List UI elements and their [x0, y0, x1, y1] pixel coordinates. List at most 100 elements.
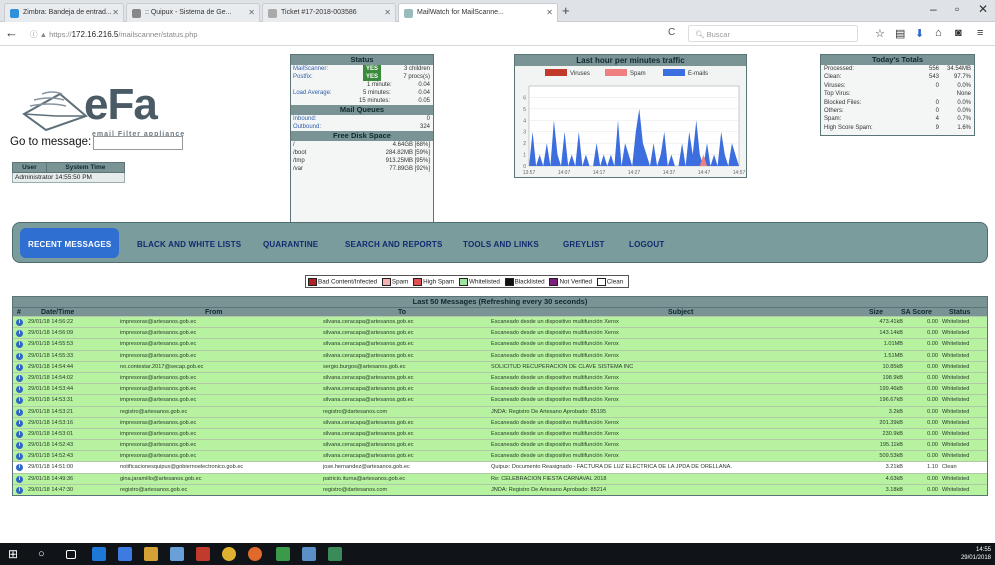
- table-row[interactable]: i 29/01/18 14:53:01 impresoras@artesanos.g…: [13, 427, 987, 440]
- menu-recent-messages[interactable]: RECENT MESSAGES: [20, 228, 120, 258]
- star-icon[interactable]: ☆: [875, 27, 885, 40]
- cell-from: impresoras@artesanos.gob.ec: [120, 430, 197, 437]
- table-row[interactable]: i 29/01/18 14:49:36 gina.jaramillo@artesan…: [13, 472, 987, 484]
- cell-size: 143.14kB: [879, 330, 903, 337]
- menu-icon[interactable]: ≡: [977, 27, 983, 39]
- back-arrow-icon[interactable]: ←: [5, 25, 18, 40]
- cell-date: 29/01/18 14:53:31: [28, 397, 74, 404]
- home-icon[interactable]: ⌂: [935, 27, 942, 39]
- close-icon[interactable]: ✕: [384, 8, 391, 17]
- app-icon[interactable]: [196, 547, 210, 561]
- minimize-icon[interactable]: –: [930, 2, 937, 16]
- info-icon[interactable]: i: [16, 386, 23, 394]
- table-row[interactable]: i 29/01/18 14:53:21 registro@artesanos.gob…: [13, 405, 987, 417]
- legend-swatch: [308, 278, 317, 286]
- info-icon[interactable]: i: [16, 419, 23, 427]
- info-icon[interactable]: i: [16, 363, 23, 371]
- close-window-icon[interactable]: ✕: [978, 2, 988, 16]
- close-icon[interactable]: ✕: [112, 8, 119, 17]
- totals-pct: 34.54MB: [946, 66, 971, 72]
- browser-tab[interactable]: :: Quipux - Sistema de Ge... ✕: [126, 3, 260, 22]
- cell-from: impresoras@artesanos.gob.ec: [120, 419, 197, 426]
- outbound-link[interactable]: Outbound:: [293, 123, 321, 131]
- store-icon[interactable]: [170, 547, 184, 561]
- app-icon[interactable]: [276, 547, 290, 561]
- taskbar-clock[interactable]: 14:55 29/01/2018: [961, 546, 991, 562]
- url-bar[interactable]: ⓘ ▲ https://172.16.216.5/mailscanner/sta…: [24, 25, 664, 42]
- close-icon[interactable]: ✕: [546, 8, 553, 17]
- cell-size: 3.2kB: [888, 408, 903, 415]
- info-icon[interactable]: i: [16, 430, 23, 438]
- edge-icon[interactable]: [92, 547, 106, 561]
- table-row[interactable]: i 29/01/18 14:47:30 registro@artesanos.gob…: [13, 483, 987, 495]
- file-explorer-icon[interactable]: [144, 547, 158, 561]
- table-row[interactable]: i 29/01/18 14:55:33 impresoras@artesanos.g…: [13, 349, 987, 361]
- info-icon[interactable]: i: [16, 341, 23, 349]
- info-icon[interactable]: i: [16, 453, 23, 461]
- app-icon[interactable]: [302, 547, 316, 561]
- cell-from: impresoras@artesanos.gob.ec: [120, 341, 197, 348]
- cell-from: registro@artesanos.gob.ec: [120, 486, 188, 493]
- mail-app-icon[interactable]: [118, 547, 132, 561]
- goto-message-input[interactable]: [93, 136, 183, 150]
- reload-icon[interactable]: C: [668, 27, 675, 38]
- windows-start-icon[interactable]: ⊞: [8, 547, 22, 561]
- search-input[interactable]: 🔍︎ Buscar: [688, 25, 858, 42]
- table-row[interactable]: i 29/01/18 14:56:09 impresoras@artesanos.g…: [13, 327, 987, 339]
- task-view-icon[interactable]: [66, 550, 76, 559]
- info-icon[interactable]: i: [16, 397, 23, 405]
- info-icon[interactable]: i: [16, 330, 23, 338]
- queue-row-outbound[interactable]: Outbound: 324: [291, 123, 433, 131]
- status-row-load: Load Average: 5 minutes: 0.04: [291, 89, 433, 97]
- table-row[interactable]: i 29/01/18 14:54:02 impresoras@artesanos.g…: [13, 371, 987, 384]
- close-icon[interactable]: ✕: [248, 8, 255, 17]
- new-tab-icon[interactable]: +: [562, 3, 570, 18]
- maximize-icon[interactable]: ▫: [955, 2, 959, 16]
- info-icon[interactable]: i: [16, 442, 23, 450]
- cell-status: Whitelisted: [942, 475, 970, 482]
- browser-tab-active[interactable]: MailWatch for MailScanne... ✕: [398, 3, 558, 22]
- info-icon[interactable]: i: [16, 486, 23, 494]
- table-row[interactable]: i 29/01/18 14:56:22 impresoras@artesanos.g…: [13, 316, 987, 328]
- reading-list-icon[interactable]: ▤: [895, 27, 905, 40]
- table-row[interactable]: i 29/01/18 14:52:43 impresoras@artesanos.g…: [13, 439, 987, 451]
- disk-row: /tmp 913.25MB [95%]: [291, 157, 433, 165]
- info-icon[interactable]: i: [16, 374, 23, 382]
- table-row[interactable]: i 29/01/18 14:53:16 impresoras@artesanos.g…: [13, 416, 987, 428]
- table-row[interactable]: i 29/01/18 14:51:00 notificacionesquipux@g…: [13, 461, 987, 473]
- menu-logout[interactable]: LOGOUT: [623, 236, 670, 253]
- menu-search-reports[interactable]: SEARCH AND REPORTS: [339, 236, 449, 253]
- pocket-icon[interactable]: ◙: [955, 27, 962, 39]
- menu-quarantine[interactable]: QUARANTINE: [257, 236, 324, 253]
- menu-greylist[interactable]: GREYLIST: [557, 236, 611, 253]
- table-row[interactable]: i 29/01/18 14:53:44 impresoras@artesanos.g…: [13, 383, 987, 395]
- firefox-icon[interactable]: [248, 547, 262, 561]
- cell-from: gina.jaramillo@artesanos.gob.ec: [120, 475, 202, 482]
- chrome-icon[interactable]: [222, 547, 236, 561]
- queue-row-inbound[interactable]: Inbound: 0: [291, 115, 433, 123]
- cell-size: 4.63kB: [885, 475, 903, 482]
- download-icon[interactable]: ⬇: [915, 27, 924, 40]
- app-icon[interactable]: [328, 547, 342, 561]
- table-row[interactable]: i 29/01/18 14:54:44 no.contestar.2017@seca…: [13, 360, 987, 372]
- info-icon[interactable]: i: [16, 464, 23, 472]
- info-icon[interactable]: i: [16, 352, 23, 360]
- menu-black-white-lists[interactable]: BLACK AND WHITE LISTS: [131, 236, 247, 253]
- totals-pct: 0.7%: [957, 116, 971, 123]
- browser-tab[interactable]: Zimbra: Bandeja de entrad... ✕: [4, 3, 124, 22]
- inbound-link[interactable]: Inbound:: [293, 115, 316, 123]
- cell-sa-score: 1.10: [927, 464, 938, 471]
- menu-tools-links[interactable]: TOOLS AND LINKS: [457, 236, 545, 253]
- info-icon[interactable]: i: [16, 319, 23, 326]
- table-row[interactable]: i 29/01/18 14:52:43 impresoras@artesanos.g…: [13, 450, 987, 462]
- table-row[interactable]: i 29/01/18 14:53:31 impresoras@artesanos.g…: [13, 394, 987, 406]
- cell-from: impresoras@artesanos.gob.ec: [120, 374, 197, 381]
- totals-count: 543: [928, 74, 939, 81]
- info-icon[interactable]: i: [16, 475, 23, 483]
- table-row[interactable]: i 29/01/18 14:55:53 impresoras@artesanos.g…: [13, 338, 987, 350]
- search-icon[interactable]: ○: [38, 547, 52, 561]
- load-key: 15 minutes:: [359, 98, 391, 104]
- info-icon[interactable]: i: [16, 408, 23, 416]
- browser-tab[interactable]: Ticket #17-2018-003586 ✕: [262, 3, 396, 22]
- cell-from: impresoras@artesanos.gob.ec: [120, 442, 197, 449]
